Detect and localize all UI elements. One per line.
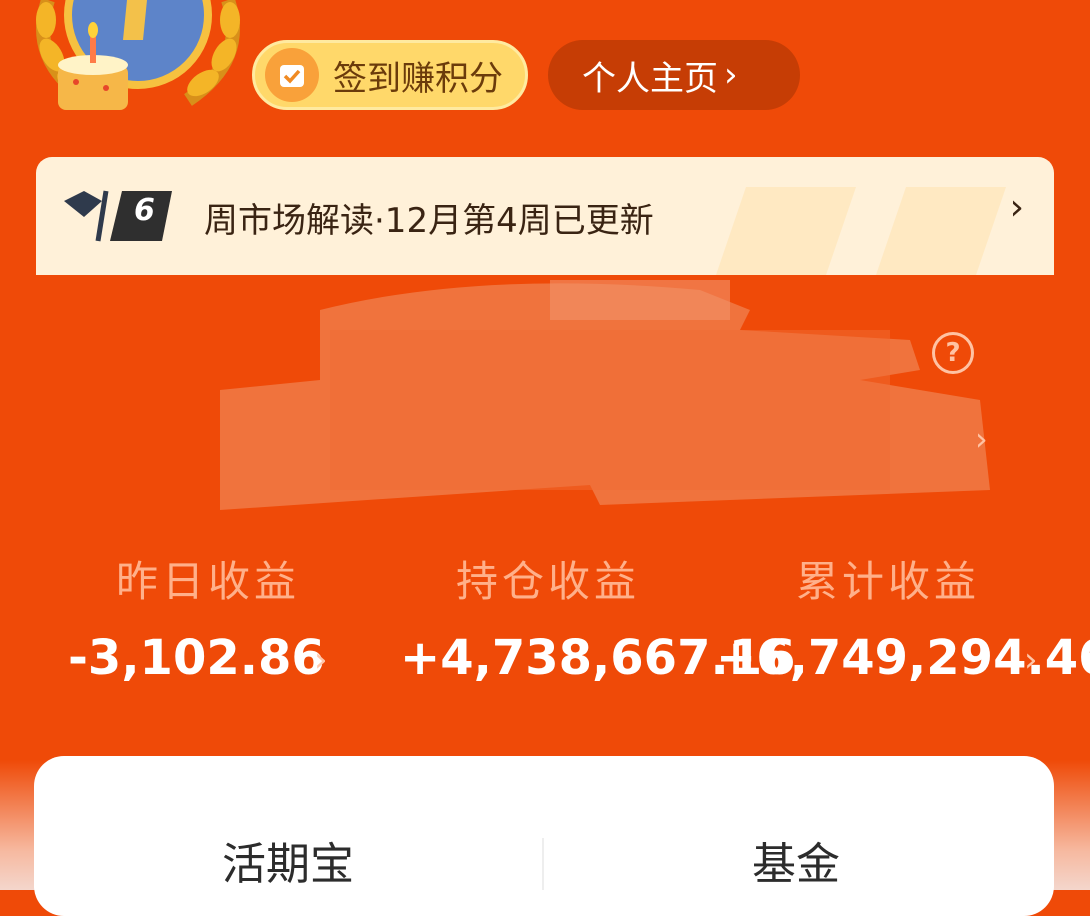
cumulative-earnings-label: 累计收益 xyxy=(796,557,981,606)
checkin-label: 签到赚积分 xyxy=(333,58,503,99)
notice-text: 周市场解读·12月第4周已更新 xyxy=(204,201,654,241)
avatar-badge[interactable] xyxy=(18,0,258,130)
level-number: 6 xyxy=(134,193,155,228)
chevron-right-icon[interactable]: › xyxy=(975,420,988,458)
diamond-level-badge xyxy=(64,190,172,242)
calendar-check-icon xyxy=(265,48,319,102)
weekly-market-notice-banner[interactable]: 6 周市场解读·12月第4周已更新 › xyxy=(36,157,1054,275)
product-tabs-card xyxy=(34,756,1054,916)
chevron-right-icon: › xyxy=(724,55,738,95)
yesterday-earnings-value[interactable]: -3,102.86 xyxy=(68,630,325,686)
profile-label: 个人主页 xyxy=(582,58,718,99)
yesterday-earnings-label: 昨日收益 xyxy=(116,557,301,606)
personal-homepage-button[interactable]: 个人主页 › xyxy=(548,40,800,110)
tab-divider xyxy=(542,838,544,890)
chevron-right-icon[interactable]: › xyxy=(314,640,328,680)
diamond-icon xyxy=(64,191,102,217)
help-icon[interactable]: ? xyxy=(932,332,974,374)
decorative-watermark xyxy=(716,187,1006,275)
checkin-earn-points-button[interactable]: 签到赚积分 xyxy=(252,40,528,110)
chevron-right-icon[interactable]: › xyxy=(1024,640,1038,680)
redacted-asset-amount xyxy=(220,280,990,510)
chevron-right-icon: › xyxy=(1009,187,1024,228)
holding-earnings-label: 持仓收益 xyxy=(456,557,641,606)
tab-current-account[interactable]: 活期宝 xyxy=(222,828,354,892)
tab-funds[interactable]: 基金 xyxy=(752,828,840,892)
